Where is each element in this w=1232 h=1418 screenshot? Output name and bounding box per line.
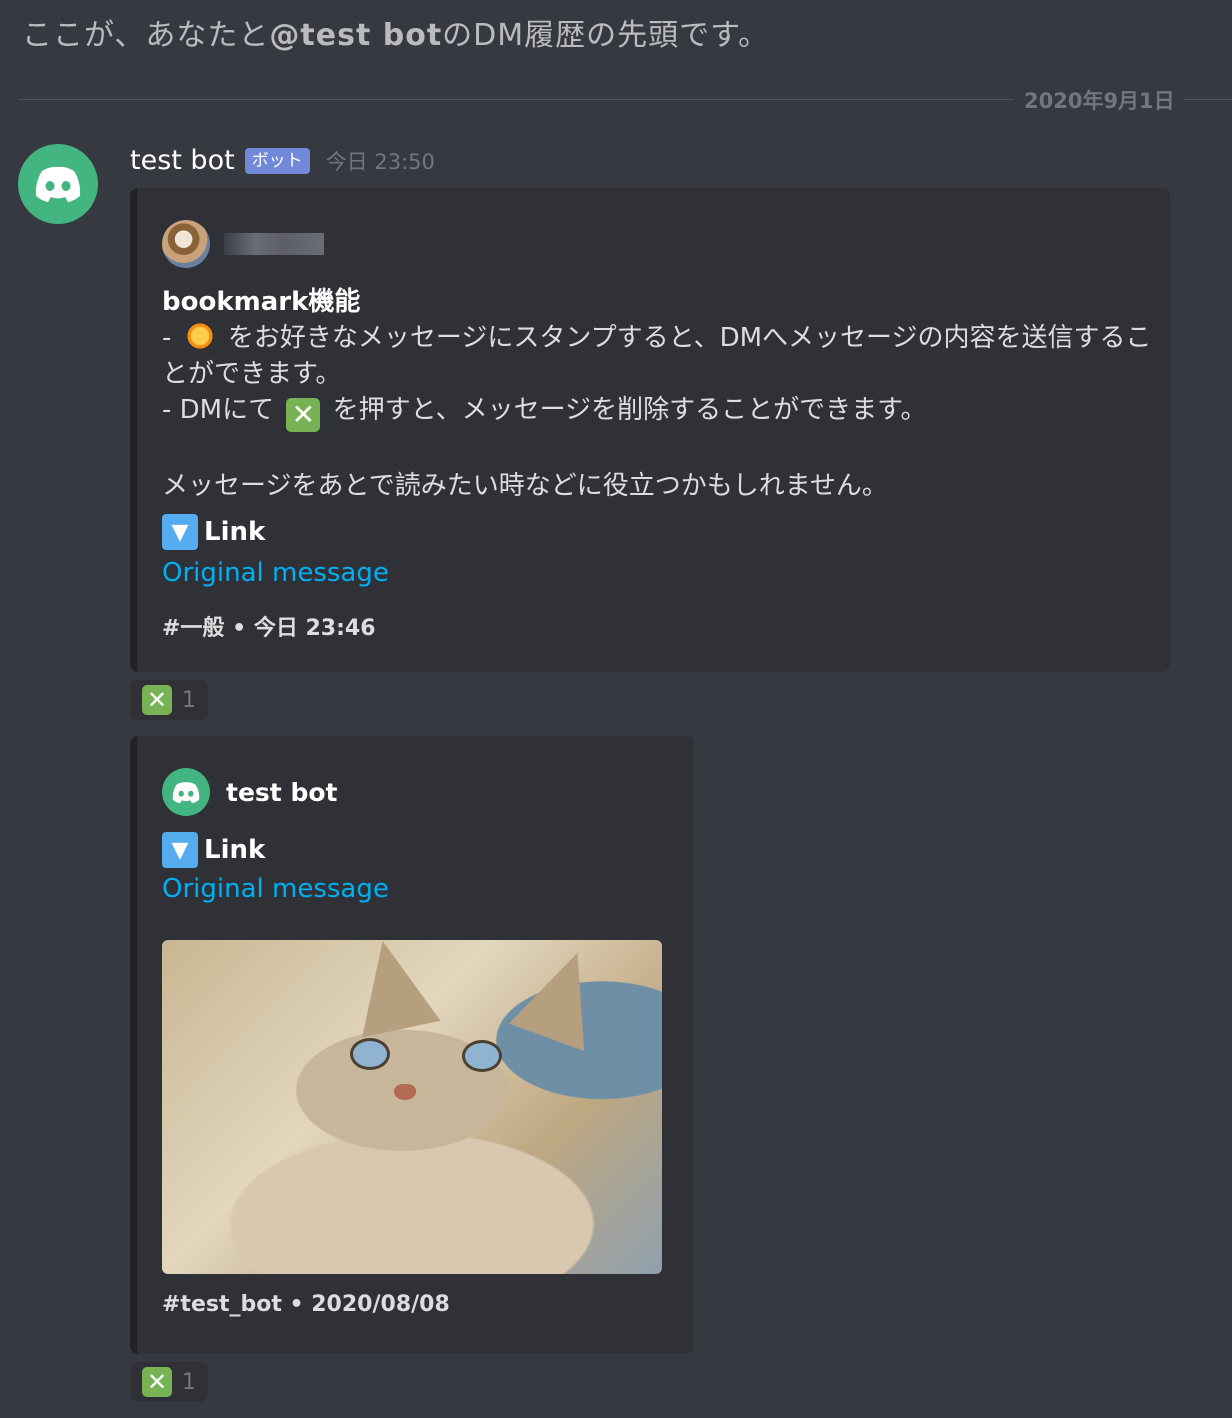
field-name-text: Link	[204, 517, 266, 547]
cat-ear-right	[509, 940, 615, 1051]
embed-author: test bot	[162, 768, 337, 816]
cross-mark-emoji-icon: ✕	[142, 1367, 172, 1397]
embed-footer: #test_bot • 2020/08/08	[162, 1292, 450, 1317]
line1-suffix: をお好きなメッセージにスタンプすると、DMへメッセージの内容を送信することができ…	[162, 323, 1152, 389]
description-line-1: - をお好きなメッセージにスタンプすると、DMへメッセージの内容を送信することが…	[162, 320, 1152, 392]
bot-avatar-small	[162, 768, 210, 816]
embed-field-name: ▼ Link	[162, 832, 265, 868]
cat-nose	[394, 1084, 416, 1100]
down-arrow-emoji-icon: ▼	[162, 514, 198, 550]
message-header: test bot ボット 今日 23:50	[130, 145, 435, 176]
embed-author	[162, 220, 324, 268]
reaction-cross-mark[interactable]: ✕ 1	[130, 1362, 208, 1402]
cross-mark-emoji-icon: ✕	[286, 398, 321, 432]
dm-intro-text: ここが、あなたと@test botのDM履歴の先頭です。	[22, 10, 769, 54]
author-name[interactable]: test bot	[130, 145, 235, 176]
cat-eye-right	[462, 1040, 502, 1072]
coffee-avatar-icon	[162, 220, 210, 268]
cat-eye-left	[350, 1038, 390, 1070]
original-message-link[interactable]: Original message	[162, 874, 389, 904]
embed-title: bookmark機能	[162, 287, 361, 317]
line2-prefix: - DMにて	[162, 395, 283, 425]
intro-prefix: ここが、あなたと	[22, 18, 270, 53]
cat-photo-image[interactable]	[162, 940, 662, 1274]
redacted-username	[224, 233, 324, 255]
intro-suffix: のDM履歴の先頭です。	[442, 18, 770, 53]
reaction-count: 1	[182, 1369, 196, 1395]
down-arrow-emoji-icon: ▼	[162, 832, 198, 868]
bot-avatar[interactable]	[18, 144, 98, 224]
embed-bookmark-image: test bot ▼ Link Original message #test_bo…	[130, 736, 694, 1354]
intro-mention[interactable]: @test bot	[269, 18, 442, 53]
description-line-3: メッセージをあとで読みたい時などに役立つかもしれません。	[162, 471, 888, 501]
divider-line-right	[1184, 99, 1232, 100]
line2-suffix: を押すと、メッセージを削除することができます。	[324, 395, 927, 425]
field-name-text: Link	[204, 835, 266, 865]
description-line-2: - DMにて ✕ を押すと、メッセージを削除することができます。	[162, 392, 1152, 432]
line1-prefix: -	[162, 323, 180, 353]
reaction-count: 1	[182, 687, 196, 713]
date-divider: 2020年9月1日	[18, 89, 1232, 113]
divider-line-left	[18, 99, 1014, 100]
discord-logo-icon	[35, 166, 81, 202]
discord-logo-icon	[172, 781, 200, 803]
original-message-link[interactable]: Original message	[162, 558, 389, 588]
embed-description: bookmark機能 - をお好きなメッセージにスタンプすると、DMへメッセージ…	[162, 284, 1152, 504]
embed-field-name: ▼ Link	[162, 514, 265, 550]
divider-date: 2020年9月1日	[1024, 89, 1175, 113]
embed-bookmark: bookmark機能 - をお好きなメッセージにスタンプすると、DMへメッセージ…	[130, 188, 1170, 672]
bot-tag: ボット	[244, 147, 310, 174]
embed-author-name: test bot	[226, 777, 338, 807]
embed-footer: #一般 • 今日 23:46	[162, 616, 376, 641]
cross-mark-emoji-icon: ✕	[142, 685, 172, 715]
message-timestamp[interactable]: 今日 23:50	[326, 146, 435, 176]
reaction-cross-mark[interactable]: ✕ 1	[130, 680, 208, 720]
sun-emoji-icon	[183, 320, 216, 352]
cat-ear-left	[343, 940, 441, 1038]
